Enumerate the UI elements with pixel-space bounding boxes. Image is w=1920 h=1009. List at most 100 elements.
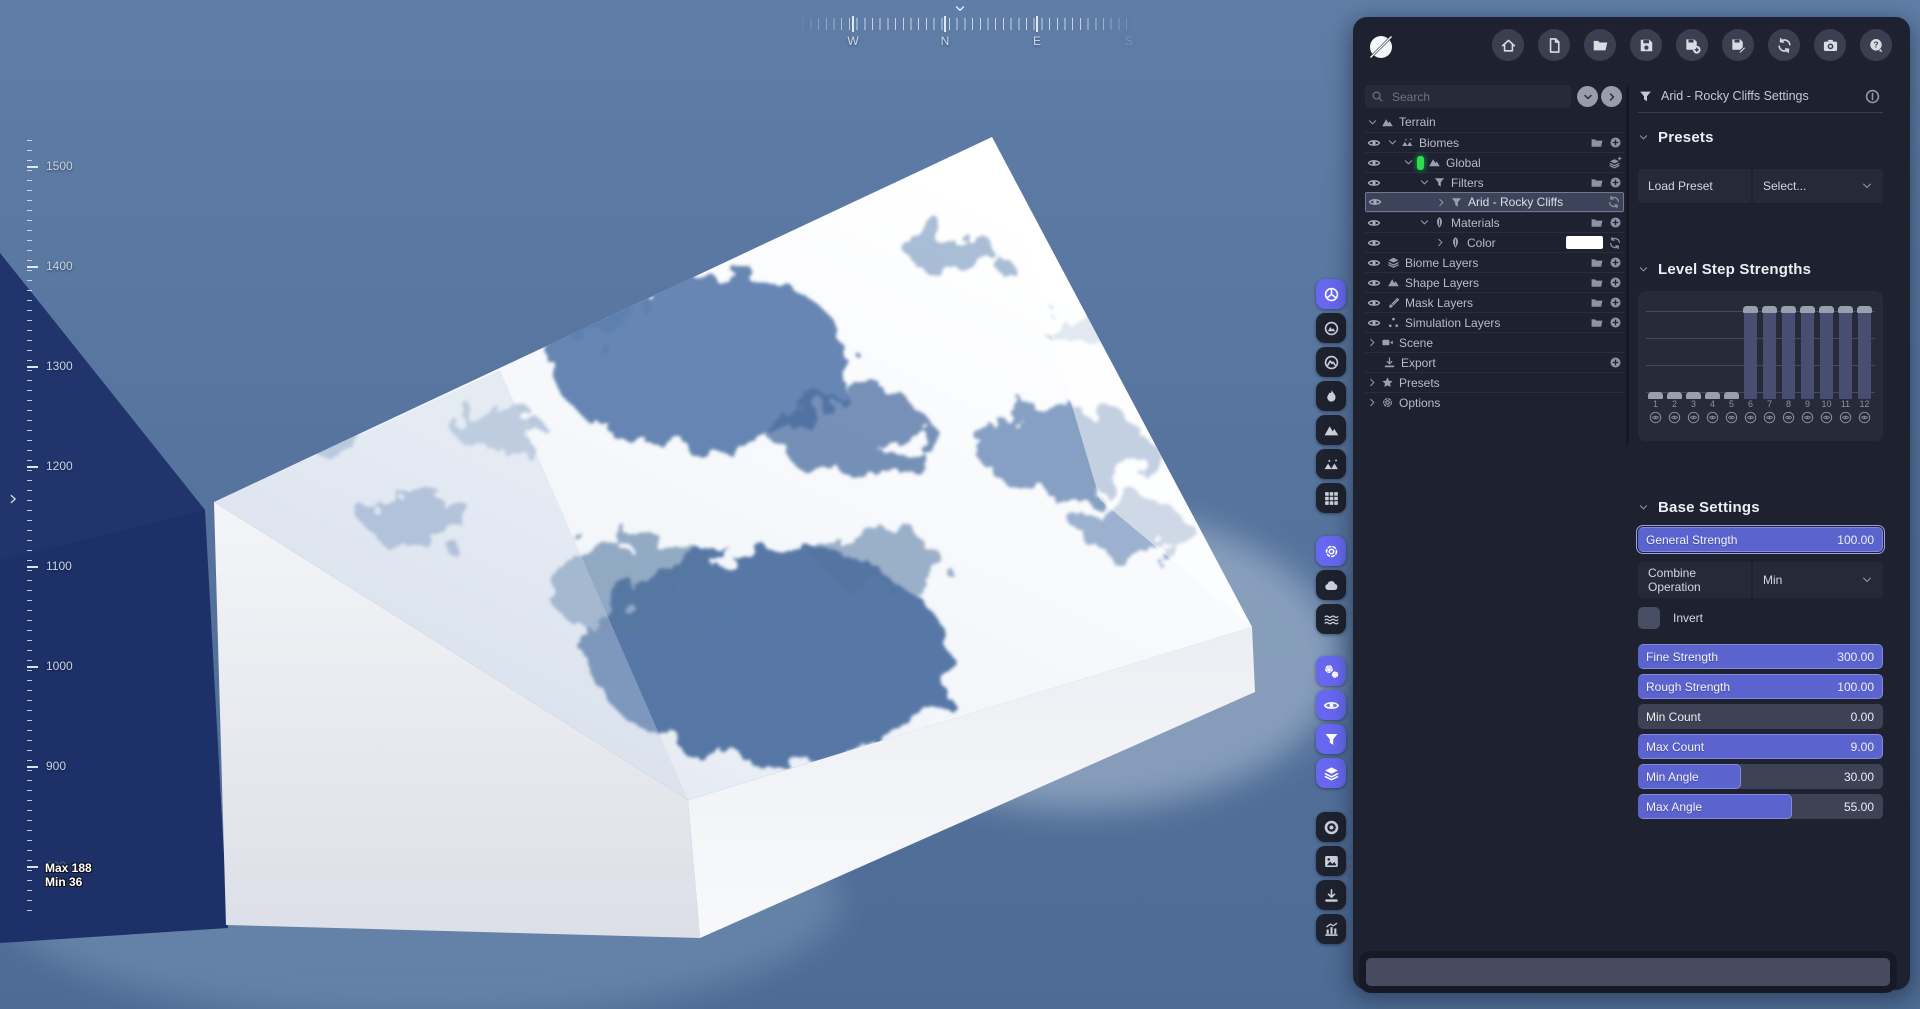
mountain-tool-button[interactable] — [1316, 415, 1346, 445]
visibility-button[interactable] — [1316, 690, 1346, 720]
tree-scrollbar[interactable] — [1626, 85, 1629, 445]
collapse-all-button[interactable] — [1577, 86, 1598, 107]
visibility-toggle[interactable] — [1367, 216, 1387, 230]
refresh-button[interactable] — [1608, 236, 1622, 250]
expand-toggle[interactable] — [1436, 197, 1447, 208]
expand-toggle[interactable] — [1435, 237, 1446, 248]
visibility-toggle[interactable] — [1368, 195, 1388, 209]
folder-button[interactable] — [1590, 316, 1604, 330]
left-panel-expand-handle[interactable] — [6, 492, 20, 506]
tree-row-options[interactable]: Options — [1365, 392, 1624, 412]
tree-row-terrain[interactable]: Terrain — [1365, 112, 1624, 132]
terrain-viewport[interactable] — [0, 0, 1353, 1009]
expand-toggle[interactable] — [1367, 337, 1378, 348]
render-settings-button[interactable] — [1316, 536, 1346, 566]
level-step-7[interactable] — [1760, 301, 1779, 399]
biome-tool-button[interactable] — [1316, 449, 1346, 479]
visibility-toggle[interactable] — [1367, 316, 1387, 330]
step-visibility-toggle[interactable] — [1817, 411, 1836, 424]
terrain-wire-view-button[interactable] — [1316, 347, 1346, 377]
plus-button[interactable] — [1609, 216, 1622, 229]
folder-button[interactable] — [1590, 276, 1604, 290]
level-step-4[interactable] — [1703, 301, 1722, 399]
folder-button[interactable] — [1590, 136, 1604, 150]
visibility-toggle[interactable] — [1367, 296, 1387, 310]
plus-button[interactable] — [1609, 356, 1622, 369]
filters-toggle-button[interactable] — [1316, 724, 1346, 754]
plus-button[interactable] — [1609, 256, 1622, 269]
tree-row-arid-rocky-cliffs[interactable]: Arid - Rocky Cliffs — [1365, 192, 1624, 212]
level-step-8[interactable] — [1779, 301, 1798, 399]
snapshot-gallery-button[interactable] — [1316, 846, 1346, 876]
home-button[interactable] — [1492, 29, 1524, 61]
grid-view-button[interactable] — [1316, 483, 1346, 513]
step-visibility-toggle[interactable] — [1855, 411, 1874, 424]
plus-button[interactable] — [1609, 316, 1622, 329]
folder-button[interactable] — [1590, 296, 1604, 310]
tree-row-filters[interactable]: Filters — [1365, 172, 1624, 192]
tree-row-materials[interactable]: Materials — [1365, 212, 1624, 232]
visibility-toggle[interactable] — [1367, 176, 1387, 190]
visibility-toggle[interactable] — [1367, 136, 1387, 150]
open-folder-button[interactable] — [1584, 29, 1616, 61]
compass[interactable]: W N E S — [795, 2, 1141, 48]
tree-row-biomes[interactable]: Biomes — [1365, 132, 1624, 152]
record-button[interactable] — [1316, 812, 1346, 842]
tree-row-presets[interactable]: Presets — [1365, 372, 1624, 392]
slider-rough-strength[interactable]: Rough Strength100.00 — [1638, 674, 1883, 699]
tree-row-shape-layers[interactable]: Shape Layers — [1365, 272, 1624, 292]
expand-toggle[interactable] — [1367, 397, 1378, 408]
step-visibility-toggle[interactable] — [1684, 411, 1703, 424]
save-edit-button[interactable] — [1722, 29, 1754, 61]
level-step-5[interactable] — [1722, 301, 1741, 399]
step-visibility-toggle[interactable] — [1798, 411, 1817, 424]
step-visibility-toggle[interactable] — [1703, 411, 1722, 424]
visibility-toggle[interactable] — [1367, 156, 1387, 170]
expand-all-button[interactable] — [1601, 86, 1622, 107]
statistics-button[interactable] — [1316, 914, 1346, 944]
level-step-10[interactable] — [1817, 301, 1836, 399]
expand-toggle[interactable] — [1419, 217, 1430, 228]
folder-button[interactable] — [1590, 256, 1604, 270]
step-visibility-toggle[interactable] — [1665, 411, 1684, 424]
folder-button[interactable] — [1590, 216, 1604, 230]
erosion-button[interactable] — [1316, 381, 1346, 411]
auto-process-button[interactable] — [1316, 656, 1346, 686]
slider-fine-strength[interactable]: Fine Strength300.00 — [1638, 644, 1883, 669]
tree-row-color[interactable]: Color — [1365, 232, 1624, 252]
info-button[interactable] — [1861, 85, 1883, 107]
tree-row-simulation-layers[interactable]: Simulation Layers — [1365, 312, 1624, 332]
layers-plus-button[interactable] — [1608, 156, 1622, 170]
level-step-3[interactable] — [1684, 301, 1703, 399]
level-step-9[interactable] — [1798, 301, 1817, 399]
slider-min-angle[interactable]: Min Angle30.00 — [1638, 764, 1883, 789]
view-mode-button[interactable] — [1316, 279, 1346, 309]
step-visibility-toggle[interactable] — [1646, 411, 1665, 424]
water-toggle-button[interactable] — [1316, 604, 1346, 634]
level-step-1[interactable] — [1646, 301, 1665, 399]
step-visibility-toggle[interactable] — [1760, 411, 1779, 424]
tree-row-mask-layers[interactable]: Mask Layers — [1365, 292, 1624, 312]
plus-button[interactable] — [1609, 136, 1622, 149]
load-preset-select[interactable]: Select... — [1753, 169, 1883, 203]
visibility-toggle[interactable] — [1367, 256, 1387, 270]
tree-row-global[interactable]: Global — [1365, 152, 1624, 172]
level-steps-section-header[interactable]: Level Step Strengths — [1638, 261, 1811, 278]
step-visibility-toggle[interactable] — [1779, 411, 1798, 424]
panel-resize-grip[interactable] — [1347, 856, 1351, 877]
plus-button[interactable] — [1609, 296, 1622, 309]
export-quick-button[interactable] — [1316, 880, 1346, 910]
screenshot-button[interactable] — [1814, 29, 1846, 61]
help-button[interactable]: ? — [1860, 29, 1892, 61]
combine-operation-select[interactable]: Min — [1753, 562, 1883, 598]
slider-max-angle[interactable]: Max Angle55.00 — [1638, 794, 1883, 819]
visibility-toggle[interactable] — [1367, 276, 1387, 290]
expand-toggle[interactable] — [1367, 377, 1378, 388]
expand-toggle[interactable] — [1419, 177, 1430, 188]
search-input[interactable] — [1390, 89, 1565, 105]
slider-max-count[interactable]: Max Count9.00 — [1638, 734, 1883, 759]
new-file-button[interactable] — [1538, 29, 1570, 61]
expand-toggle[interactable] — [1367, 117, 1378, 128]
level-step-12[interactable] — [1855, 301, 1874, 399]
expand-toggle[interactable] — [1403, 157, 1414, 168]
